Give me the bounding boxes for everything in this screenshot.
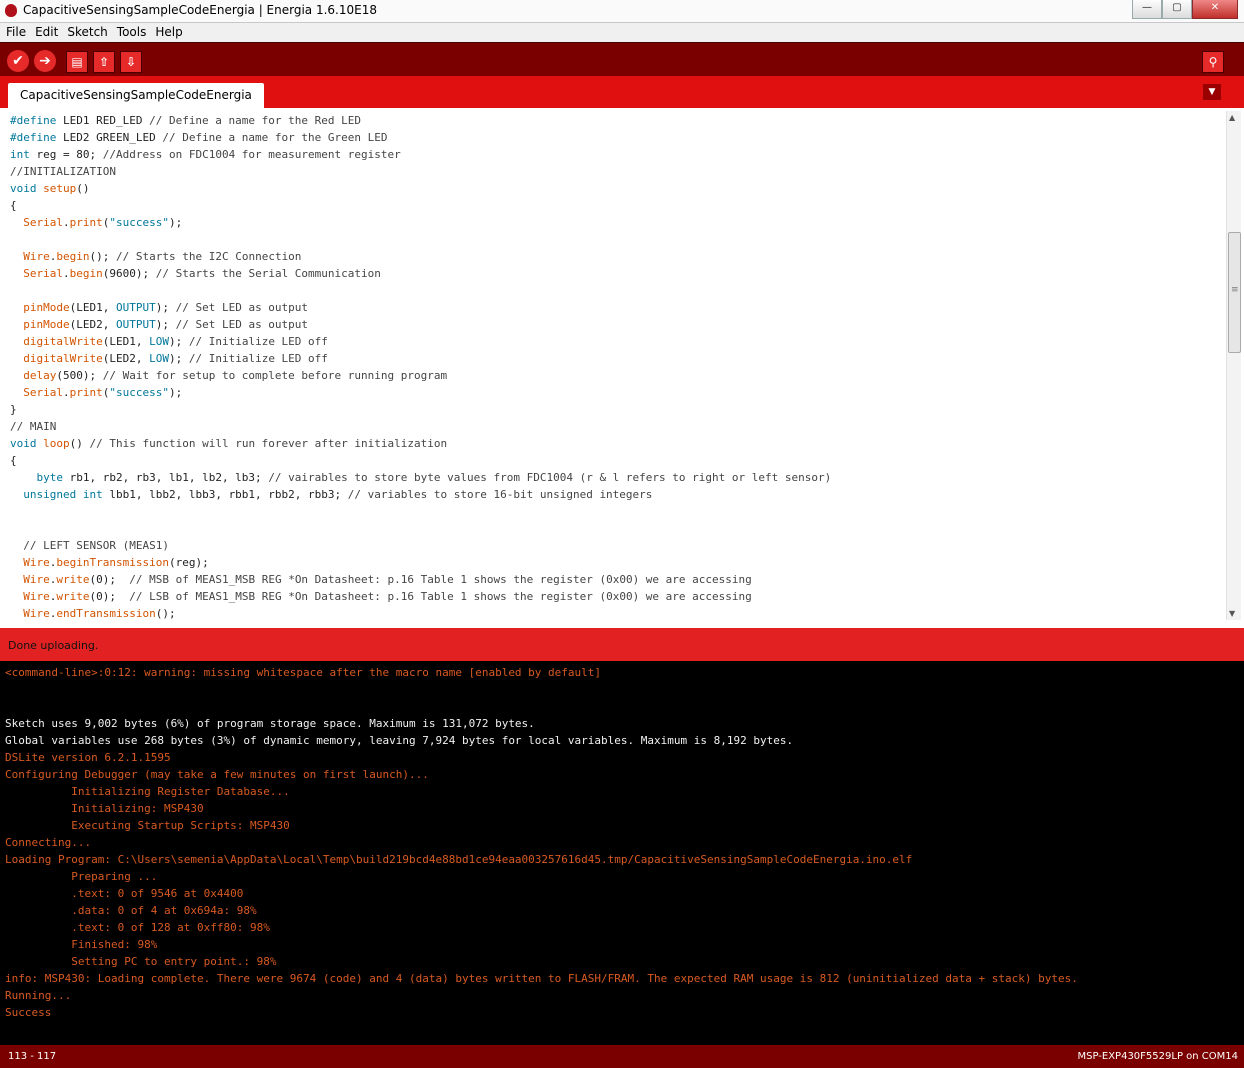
- scroll-up-icon[interactable]: ▲: [1229, 113, 1235, 122]
- code-line: // LEFT SENSOR (MEAS1): [23, 539, 169, 552]
- code-line: #define LED1 RED_LED // Define a name fo…: [10, 114, 361, 127]
- energia-app-icon: [5, 4, 17, 17]
- tab-bar: CapacitiveSensingSampleCodeEnergia ▼: [0, 76, 1244, 108]
- window-title: CapacitiveSensingSampleCodeEnergia | Ene…: [23, 3, 377, 17]
- console-line: Running...: [5, 989, 72, 1002]
- console-line: Sketch uses 9,002 bytes (6%) of program …: [5, 717, 535, 730]
- open-sketch-icon[interactable]: ⇧: [93, 51, 115, 73]
- save-sketch-icon[interactable]: ⇩: [120, 51, 142, 73]
- code-line: {: [10, 199, 17, 212]
- console-line: Initializing: MSP430: [5, 802, 204, 815]
- console-line: Setting PC to entry point.: 98%: [5, 955, 277, 968]
- toolbar: ✔ ➔ ▤ ⇧ ⇩ ⚲: [0, 42, 1244, 77]
- line-range: 113 - 117: [8, 1051, 57, 1062]
- code-editor[interactable]: #define LED1 RED_LED // Define a name fo…: [0, 108, 1244, 625]
- console-line: Finished: 98%: [5, 938, 158, 951]
- scroll-down-icon[interactable]: ▼: [1229, 609, 1235, 618]
- tab-sketch[interactable]: CapacitiveSensingSampleCodeEnergia: [8, 83, 264, 108]
- menu-bar: File Edit Sketch Tools Help: [0, 23, 1244, 42]
- code-line: #define LED2 GREEN_LED // Define a name …: [10, 131, 388, 144]
- maximize-button[interactable]: ▢: [1162, 0, 1192, 19]
- status-bar: Done uploading.: [0, 628, 1244, 661]
- console-line: DSLite version 6.2.1.1595: [5, 751, 171, 764]
- console-text: <command-line>:0:12: warning: missing wh…: [5, 664, 1078, 1021]
- console-line: .text: 0 of 9546 at 0x4400: [5, 887, 244, 900]
- console-line: .data: 0 of 4 at 0x694a: 98%: [5, 904, 257, 917]
- code-line: pinMode(LED2, OUTPUT); // Set LED as out…: [23, 318, 309, 331]
- code-line: delay(500); // Wait for setup to complet…: [23, 369, 448, 382]
- code-line: Serial.begin(9600); // Starts the Serial…: [23, 267, 381, 280]
- console-line: Configuring Debugger (may take a few min…: [5, 768, 429, 781]
- code-line: Wire.write(0); // MSB of MEAS1_MSB REG *…: [23, 573, 752, 586]
- code-line: digitalWrite(LED2, LOW); // Initialize L…: [23, 352, 328, 365]
- console-line: Preparing ...: [5, 870, 158, 883]
- scroll-thumb[interactable]: ≡: [1228, 232, 1241, 353]
- menu-sketch[interactable]: Sketch: [61, 23, 110, 39]
- code-line: void setup(): [10, 182, 90, 195]
- tab-menu-icon[interactable]: ▼: [1203, 84, 1221, 100]
- upload-icon[interactable]: ➔: [34, 50, 56, 72]
- menu-edit[interactable]: Edit: [29, 23, 61, 39]
- code-line: int reg = 80; //Address on FDC1004 for m…: [10, 148, 401, 161]
- code-line: Serial.print("success");: [23, 216, 183, 229]
- console-line: .text: 0 of 128 at 0xff80: 98%: [5, 921, 270, 934]
- code-line: //INITIALIZATION: [10, 165, 116, 178]
- code-line: Wire.begin(); // Starts the I2C Connecti…: [23, 250, 302, 263]
- code-text: #define LED1 RED_LED // Define a name fo…: [10, 112, 831, 622]
- code-line: Wire.write(0); // LSB of MEAS1_MSB REG *…: [23, 590, 752, 603]
- editor-scrollbar[interactable]: ▲ ≡ ▼: [1226, 111, 1241, 620]
- title-bar: CapacitiveSensingSampleCodeEnergia | Ene…: [0, 0, 1244, 23]
- status-message: Done uploading.: [8, 639, 99, 652]
- console-line: Executing Startup Scripts: MSP430: [5, 819, 290, 832]
- minimize-button[interactable]: —: [1132, 0, 1162, 19]
- new-sketch-icon[interactable]: ▤: [66, 51, 88, 73]
- code-line: digitalWrite(LED1, LOW); // Initialize L…: [23, 335, 328, 348]
- code-line: byte rb1, rb2, rb3, lb1, lb2, lb3; // va…: [36, 471, 832, 484]
- grip-icon: ≡: [1231, 285, 1239, 295]
- footer-bar: 113 - 117 MSP-EXP430F5529LP on COM14: [0, 1045, 1244, 1068]
- code-line: Wire.endTransmission();: [23, 607, 176, 620]
- close-button[interactable]: ✕: [1192, 0, 1238, 19]
- menu-tools[interactable]: Tools: [111, 23, 150, 39]
- code-line: void loop() // This function will run fo…: [10, 437, 448, 450]
- code-line: // MAIN: [10, 420, 57, 433]
- serial-monitor-icon[interactable]: ⚲: [1202, 51, 1224, 73]
- code-line: }: [10, 403, 17, 416]
- menu-help[interactable]: Help: [149, 23, 185, 39]
- console-line: Success: [5, 1006, 52, 1019]
- menu-file[interactable]: File: [0, 23, 29, 39]
- console-output[interactable]: <command-line>:0:12: warning: missing wh…: [0, 661, 1244, 1045]
- verify-icon[interactable]: ✔: [7, 50, 29, 72]
- console-line: info: MSP430: Loading complete. There we…: [5, 972, 1078, 985]
- code-line: {: [10, 454, 17, 467]
- console-line: Connecting...: [5, 836, 92, 849]
- code-line: Wire.beginTransmission(reg);: [23, 556, 209, 569]
- code-line: pinMode(LED1, OUTPUT); // Set LED as out…: [23, 301, 309, 314]
- board-port: MSP-EXP430F5529LP on COM14: [1077, 1051, 1238, 1062]
- code-line: Serial.print("success");: [23, 386, 183, 399]
- console-line: Global variables use 268 bytes (3%) of d…: [5, 734, 794, 747]
- console-line: Initializing Register Database...: [5, 785, 290, 798]
- window-controls: — ▢ ✕: [1132, 0, 1238, 19]
- console-line: <command-line>:0:12: warning: missing wh…: [5, 666, 602, 679]
- code-line: unsigned int lbb1, lbb2, lbb3, rbb1, rbb…: [23, 488, 653, 501]
- console-line: Loading Program: C:\Users\semenia\AppDat…: [5, 853, 913, 866]
